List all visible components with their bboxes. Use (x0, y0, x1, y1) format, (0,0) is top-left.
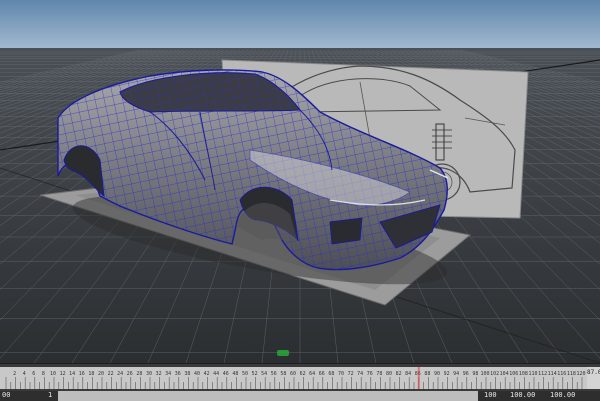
ruler-tick-label: 10 (50, 371, 56, 377)
ruler-tick-label: 74 (357, 371, 363, 377)
ruler-tick-label: 62 (300, 371, 306, 377)
camera-indicator-icon (277, 350, 289, 356)
ruler-tick-label: 116 (557, 371, 566, 377)
ruler-tick-label: 48 (232, 371, 238, 377)
ruler-tick-label: 84 (405, 371, 411, 377)
current-time-marker[interactable] (417, 367, 420, 389)
ruler-tick-label: 64 (309, 371, 315, 377)
ruler-tick-label: 46 (223, 371, 229, 377)
ruler-tick-label: 54 (261, 371, 267, 377)
current-frame-field[interactable]: 87.00 (587, 367, 600, 389)
ruler-tick-label: 72 (348, 371, 354, 377)
ruler-tick-label: 82 (396, 371, 402, 377)
ruler-tick-label: 12 (60, 371, 66, 377)
ruler-tick-label: 4 (23, 371, 26, 377)
ruler-tick-label: 42 (204, 371, 210, 377)
ruler-tick-label: 118 (567, 371, 576, 377)
ruler-tick-label: 78 (376, 371, 382, 377)
frame-ruler[interactable]: 2 4 6 8 10 12 14 16 18 20 22 24 26 28 30 32 34 36 38 40 42 44… (0, 367, 600, 389)
ruler-tick-label: 50 (242, 371, 248, 377)
ruler-tick-label: 34 (165, 371, 171, 377)
ruler-tick-label: 16 (79, 371, 85, 377)
ruler-tick-label: 98 (472, 371, 478, 377)
playback-end-field[interactable]: 100.00 (550, 390, 575, 401)
ruler-tick-label: 66 (319, 371, 325, 377)
ruler-tick-label: 32 (156, 371, 162, 377)
ruler-tick-label: 96 (463, 371, 469, 377)
ruler-tick-label: 68 (328, 371, 334, 377)
ruler-tick-label: 114 (548, 371, 557, 377)
ruler-tick-label: 94 (453, 371, 459, 377)
ruler-tick-label: 106 (509, 371, 518, 377)
ruler-tick-label: 22 (108, 371, 114, 377)
ruler-tick-label: 30 (146, 371, 152, 377)
ruler-tick-label: 76 (367, 371, 373, 377)
sky-background (0, 0, 600, 52)
range-end-field-2[interactable]: 100.00 (510, 390, 535, 401)
ruler-tick-label: 110 (528, 371, 537, 377)
ruler-tick-label: 58 (280, 371, 286, 377)
ruler-tick-label: 90 (434, 371, 440, 377)
range-start-field[interactable]: 00 (2, 390, 10, 401)
ruler-tick-label: 52 (252, 371, 258, 377)
ruler-tick-label: 26 (127, 371, 133, 377)
ruler-tick-label: 36 (175, 371, 181, 377)
3d-viewport[interactable] (0, 0, 600, 363)
ruler-tick-label: 60 (290, 371, 296, 377)
ruler-tick-label: 44 (213, 371, 219, 377)
ruler-tick-label: 92 (444, 371, 450, 377)
ruler-tick-label: 104 (500, 371, 509, 377)
ruler-tick-label: 14 (69, 371, 75, 377)
ruler-tick-label: 8 (42, 371, 45, 377)
ruler-tick-label: 38 (184, 371, 190, 377)
range-start-field-2[interactable]: 1 (48, 390, 52, 401)
ruler-tick-label: 80 (386, 371, 392, 377)
range-end-field[interactable]: 100 (484, 390, 497, 401)
ruler-tick-label: 88 (424, 371, 430, 377)
ruler-tick-label: 18 (88, 371, 94, 377)
time-slider[interactable]: 2 4 6 8 10 12 14 16 18 20 22 24 26 28 30 32 34 36 38 40 42 44… (0, 363, 600, 401)
ruler-tick-label: 2 (13, 371, 16, 377)
ruler-tick-label: 56 (271, 371, 277, 377)
ruler-tick-label: 112 (538, 371, 547, 377)
viewport-canvas[interactable] (0, 0, 600, 363)
ruler-tick-label: 120 (576, 371, 585, 377)
ruler-tick-label: 70 (338, 371, 344, 377)
ruler-tick-label: 6 (32, 371, 35, 377)
ruler-tick-label: 20 (98, 371, 104, 377)
ruler-tick-label: 24 (117, 371, 123, 377)
ruler-tick-label: 40 (194, 371, 200, 377)
ruler-tick-label: 108 (519, 371, 528, 377)
ruler-tick-label: 102 (490, 371, 499, 377)
ruler-tick-label: 100 (480, 371, 489, 377)
ruler-tick-label: 28 (136, 371, 142, 377)
frame-ticks: 2 4 6 8 10 12 14 16 18 20 22 24 26 28 30 32 34 36 38 40 42 44… (5, 367, 586, 389)
